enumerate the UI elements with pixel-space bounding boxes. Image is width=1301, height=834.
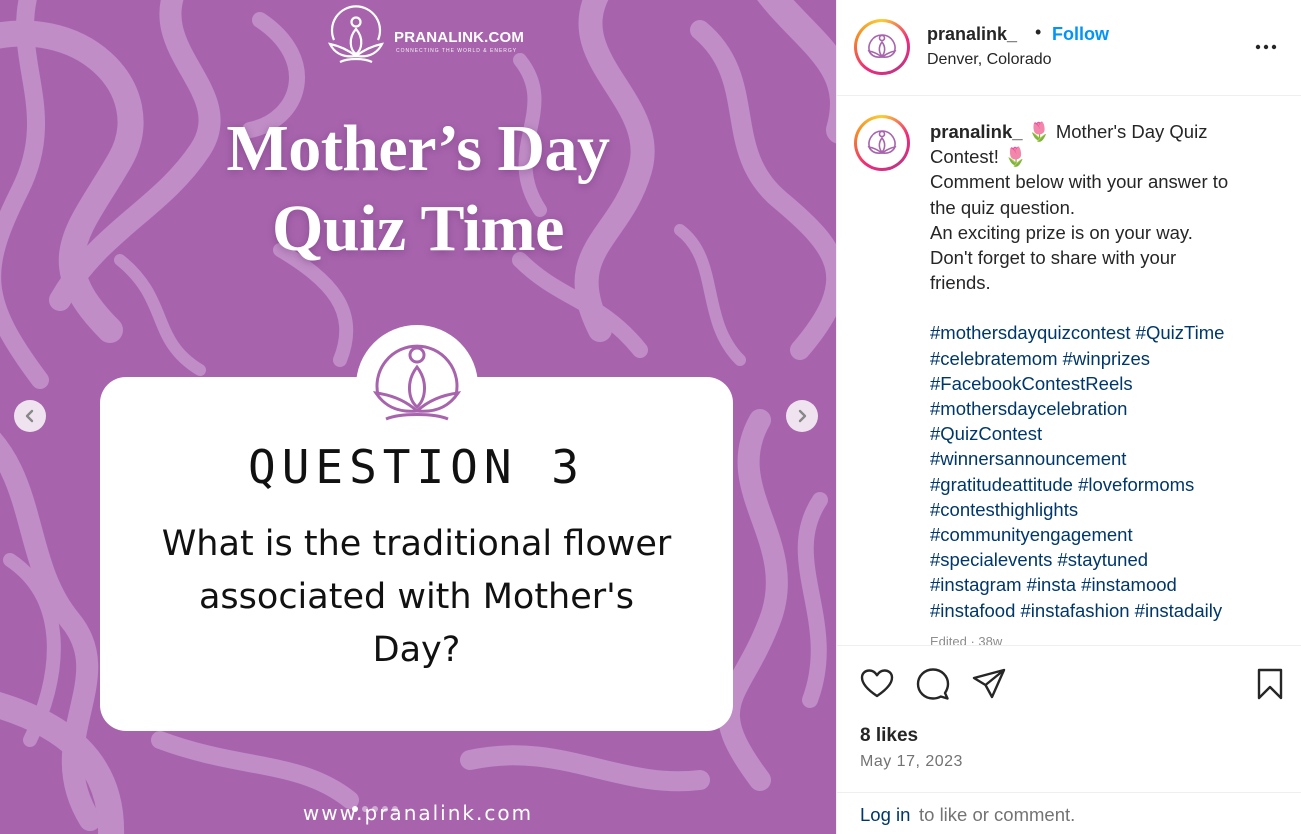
hashtag-line[interactable]: #contesthighlights xyxy=(930,497,1280,522)
share-icon xyxy=(972,668,1006,699)
lotus-avatar-icon xyxy=(867,34,897,58)
question-line-3: Day? xyxy=(372,630,461,670)
follow-button[interactable]: Follow xyxy=(1052,24,1109,45)
hashtag-line[interactable]: #gratitudeattitude #loveformoms xyxy=(930,472,1280,497)
hashtag-line[interactable]: #celebratemom #winprizes xyxy=(930,346,1280,371)
caption-line-1: 🌷 Mother's Day Quiz xyxy=(1027,121,1208,142)
header-separator: • xyxy=(1035,22,1042,42)
bookmark-icon xyxy=(1257,668,1283,700)
post-date[interactable]: May 17, 2023 xyxy=(860,753,963,771)
chevron-right-icon xyxy=(798,409,807,423)
headline-line-2: Quiz Time xyxy=(272,192,564,265)
login-bar: Log in to like or comment. xyxy=(837,792,1301,834)
hashtag-line[interactable]: #QuizContest xyxy=(930,421,1280,446)
post-image: PRANALINK.COM CONNECTING THE WORLD & ENE… xyxy=(0,0,836,834)
carousel-dots xyxy=(352,806,398,812)
comment-icon xyxy=(916,668,950,700)
question-line-2: associated with Mother's xyxy=(198,577,635,617)
login-link[interactable]: Log in xyxy=(860,804,910,826)
caption-line-3: Comment below with your answer to xyxy=(930,171,1229,193)
actions-bar: 8 likes May 17, 2023 xyxy=(837,645,1301,792)
hashtag-list: #mothersdayquizcontest #QuizTime #celebr… xyxy=(930,320,1280,622)
login-prompt-text: to like or comment. xyxy=(919,804,1076,825)
hashtag-line[interactable]: #instafood #instafashion #instadaily xyxy=(930,598,1280,623)
hashtag-line[interactable]: #mothersdaycelebration xyxy=(930,396,1280,421)
like-button[interactable] xyxy=(859,666,895,702)
brand-logo: PRANALINK.COM CONNECTING THE WORLD & ENE… xyxy=(320,4,524,70)
carousel-dot xyxy=(392,806,398,812)
more-options-icon xyxy=(1255,44,1277,50)
caption-line-6: Don't forget to share with your xyxy=(930,247,1177,269)
more-options-button[interactable] xyxy=(1251,32,1281,62)
edited-timestamp: Edited · 38w xyxy=(930,633,1003,645)
header-location[interactable]: Denver, Colorado xyxy=(927,51,1052,69)
caption-line-2: Contest! 🌷 xyxy=(930,146,1028,168)
caption-avatar[interactable] xyxy=(854,115,910,171)
lotus-avatar-icon xyxy=(867,130,897,154)
post-header: pranalink_ • Follow Denver, Colorado xyxy=(837,0,1301,96)
next-slide-button[interactable] xyxy=(786,400,818,432)
caption-area: pranalink_ 🌷 Mother's Day Quiz Contest! … xyxy=(837,97,1301,645)
question-text: What is the traditional flower associate… xyxy=(140,518,693,677)
question-line-1: What is the traditional flower xyxy=(161,524,672,564)
caption-text: pranalink_ 🌷 Mother's Day Quiz Contest! … xyxy=(930,119,1280,645)
likes-count[interactable]: 8 likes xyxy=(860,725,918,747)
carousel-dot xyxy=(382,806,388,812)
brand-tagline: CONNECTING THE WORLD & ENERGY xyxy=(396,48,518,54)
hashtag-line[interactable]: #instagram #insta #instamood xyxy=(930,572,1280,597)
caption-line-4: the quiz question. xyxy=(930,196,1076,218)
avatar[interactable] xyxy=(854,19,910,75)
website-url: www.pranalink.com xyxy=(302,801,534,825)
chevron-left-icon xyxy=(25,409,34,423)
save-button[interactable] xyxy=(1252,666,1288,702)
brand-name: PRANALINK.COM xyxy=(394,29,525,46)
header-username[interactable]: pranalink_ xyxy=(927,24,1017,45)
carousel-dot xyxy=(372,806,378,812)
question-number: QUESTION 3 xyxy=(248,440,585,494)
post-sidebar: pranalink_ • Follow Denver, Colorado pra… xyxy=(836,0,1301,834)
share-button[interactable] xyxy=(971,666,1007,702)
caption-line-7: friends. xyxy=(930,272,991,294)
hashtag-line[interactable]: #communityengagement xyxy=(930,522,1280,547)
hashtag-line[interactable]: #specialevents #staytuned xyxy=(930,547,1280,572)
heart-icon xyxy=(860,669,894,698)
comment-button[interactable] xyxy=(915,666,951,702)
hashtag-line[interactable]: #mothersdayquizcontest #QuizTime xyxy=(930,320,1280,345)
carousel-dot xyxy=(352,806,358,812)
carousel-dot xyxy=(362,806,368,812)
previous-slide-button[interactable] xyxy=(14,400,46,432)
hashtag-line[interactable]: #winnersannouncement xyxy=(930,446,1280,471)
hashtag-line[interactable]: #FacebookContestReels xyxy=(930,371,1280,396)
headline-line-1: Mother’s Day xyxy=(226,112,610,185)
caption-username[interactable]: pranalink_ xyxy=(930,121,1023,142)
caption-line-5: An exciting prize is on your way. xyxy=(930,221,1193,243)
lotus-logo-icon xyxy=(328,5,384,64)
